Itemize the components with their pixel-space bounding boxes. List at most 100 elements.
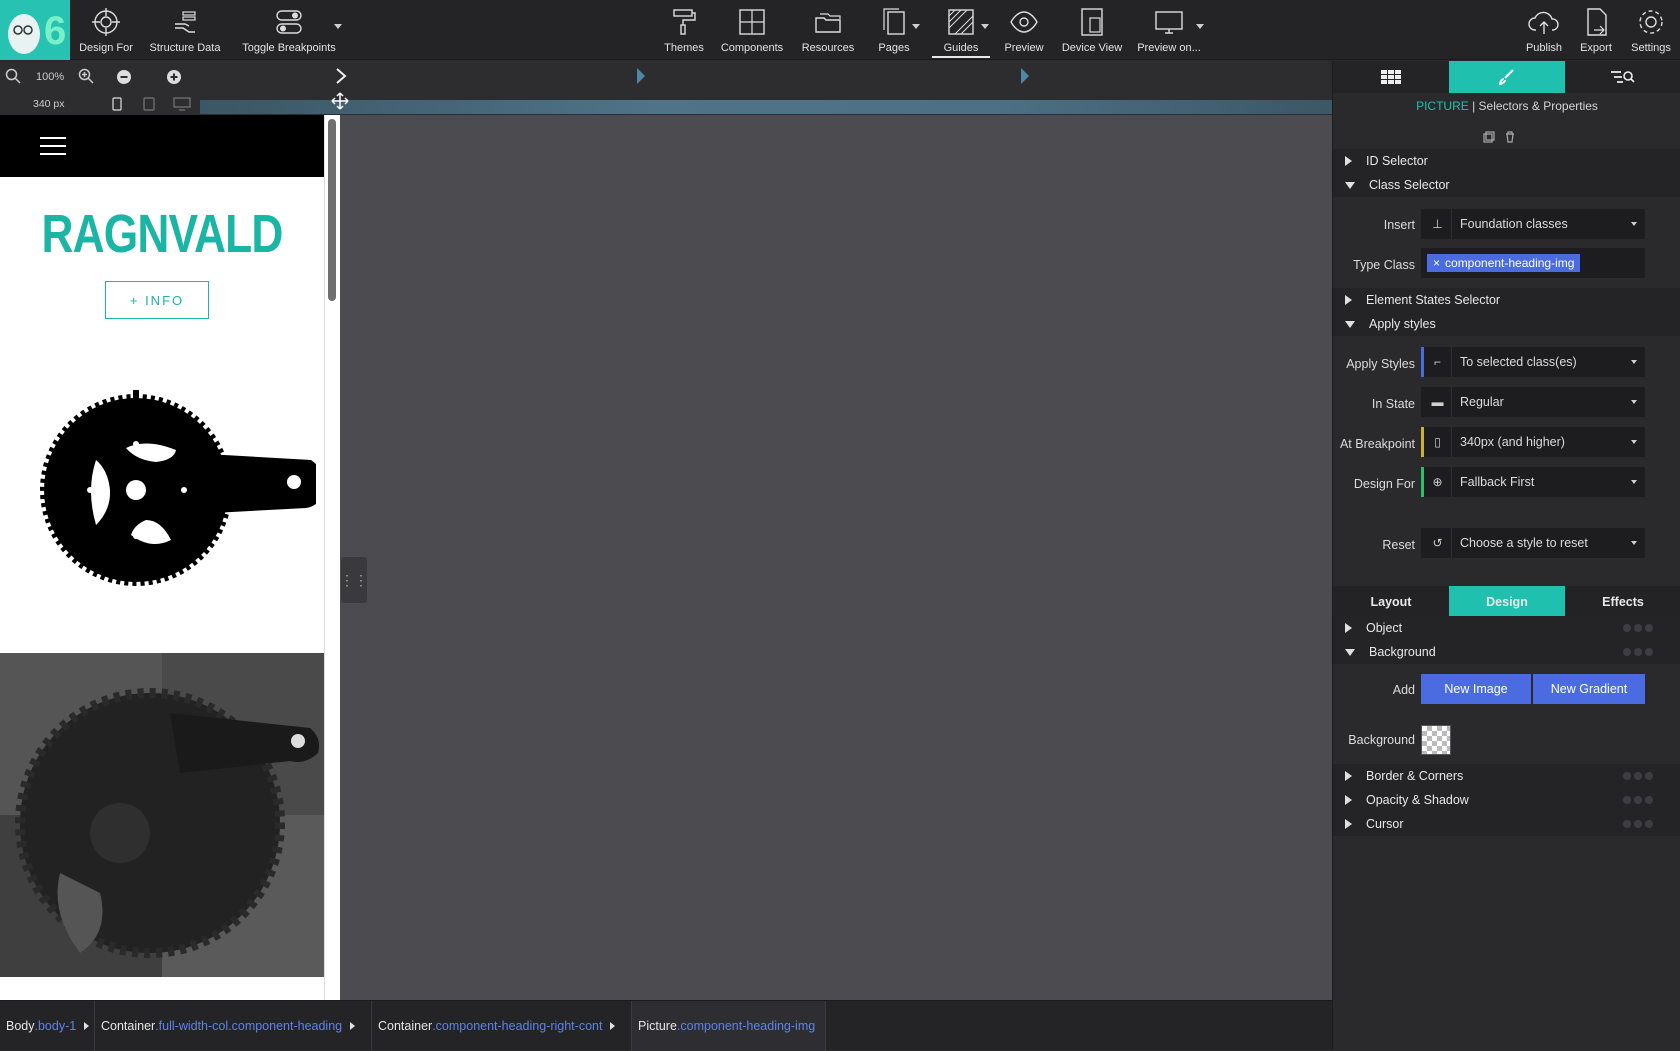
- class-selector-section[interactable]: Class Selector: [1333, 173, 1680, 197]
- page-scrollbar[interactable]: [324, 115, 340, 1000]
- duplicate-icon[interactable]: [1483, 131, 1495, 143]
- breadcrumb-class: .body-1: [34, 1019, 77, 1033]
- design-for-select[interactable]: ⊕ Fallback First: [1421, 467, 1645, 497]
- background-color-swatch[interactable]: [1421, 725, 1451, 755]
- scrollbar-thumb[interactable]: [328, 119, 336, 301]
- apply-styles-label: Apply Styles: [1346, 357, 1415, 371]
- app-logo[interactable]: 6: [0, 0, 70, 60]
- breakpoint-track[interactable]: [200, 100, 1332, 114]
- tablet-icon[interactable]: [143, 97, 155, 111]
- toggle-breakpoints-label: Toggle Breakpoints: [242, 42, 336, 54]
- pages-button[interactable]: Pages: [876, 6, 912, 56]
- phone-icon[interactable]: [112, 97, 122, 111]
- breadcrumb: Body .body-1 Container .full-width-col.com…: [0, 1000, 1332, 1051]
- guides-dropdown-icon[interactable]: [981, 24, 989, 29]
- crankset-image[interactable]: [36, 390, 316, 590]
- preview-on-button[interactable]: Preview on...: [1137, 6, 1201, 56]
- background-section-label: Background: [1369, 645, 1436, 659]
- breakpoints-dropdown-icon[interactable]: [334, 24, 342, 29]
- status-dots: [1623, 772, 1653, 780]
- breadcrumb-container-2[interactable]: Container .component-heading-right-cont: [372, 1001, 632, 1051]
- chevron-down-icon: [1631, 440, 1637, 444]
- desktop-icon[interactable]: [173, 97, 191, 111]
- canvas-width: 340 px: [33, 98, 65, 110]
- crankset-grid-image[interactable]: [0, 653, 324, 977]
- breakpoint-marker-icon[interactable]: [636, 67, 646, 85]
- zoom-search-icon[interactable]: [5, 68, 21, 84]
- in-state-select[interactable]: ▬ Regular: [1421, 387, 1645, 417]
- type-class-input[interactable]: × component-heading-img: [1421, 248, 1645, 278]
- insert-select[interactable]: ⊥ Foundation classes: [1421, 209, 1645, 239]
- border-section[interactable]: Border & Corners: [1333, 764, 1680, 788]
- apply-styles-select[interactable]: ⌐ To selected class(es): [1421, 347, 1645, 377]
- class-chip[interactable]: × component-heading-img: [1427, 254, 1581, 272]
- new-image-button[interactable]: New Image: [1421, 674, 1531, 704]
- export-button[interactable]: Export: [1578, 6, 1614, 56]
- tab-design[interactable]: Design: [1449, 586, 1565, 618]
- page-preview[interactable]: RAGNVALD + INFO: [0, 115, 324, 1000]
- publish-button[interactable]: Publish: [1524, 6, 1564, 56]
- design-for-button[interactable]: Design For: [79, 6, 133, 56]
- object-section[interactable]: Object: [1333, 616, 1680, 640]
- resources-button[interactable]: Resources: [800, 6, 856, 56]
- device-view-button[interactable]: Device View: [1060, 6, 1124, 56]
- element-states-section[interactable]: Element States Selector: [1333, 288, 1680, 312]
- pages-dropdown-icon[interactable]: [912, 24, 920, 29]
- opacity-section[interactable]: Opacity & Shadow: [1333, 788, 1680, 812]
- resize-grip-icon[interactable]: ⋮⋮: [340, 557, 368, 603]
- info-button[interactable]: + INFO: [105, 281, 209, 319]
- expand-icon: [1345, 819, 1352, 829]
- toggle-breakpoints-button[interactable]: Toggle Breakpoints: [242, 6, 336, 56]
- settings-button[interactable]: Settings: [1628, 6, 1674, 56]
- breakpoint-marker-current-icon[interactable]: [335, 67, 347, 85]
- top-toolbar: 6 Design For Structure Data Toggle Break…: [0, 0, 1680, 60]
- tab-layout[interactable]: Layout: [1333, 586, 1449, 618]
- components-label: Components: [720, 42, 784, 54]
- collapse-icon: [1345, 320, 1355, 328]
- breadcrumb-body[interactable]: Body .body-1: [0, 1001, 95, 1051]
- cursor-section[interactable]: Cursor: [1333, 812, 1680, 836]
- resources-label: Resources: [801, 42, 855, 54]
- tab-navigator[interactable]: [1565, 61, 1680, 93]
- object-label: Object: [1366, 621, 1403, 635]
- panel-title: PICTURE | Selectors & Properties: [1416, 99, 1598, 113]
- preview-on-dropdown-icon[interactable]: [1196, 24, 1204, 29]
- remove-chip-icon[interactable]: ×: [1433, 256, 1440, 270]
- guides-button[interactable]: Guides: [936, 6, 986, 56]
- tab-style[interactable]: [1449, 61, 1565, 93]
- components-icon: [739, 9, 765, 35]
- reset-value: Choose a style to reset: [1460, 536, 1588, 550]
- components-button[interactable]: Components: [720, 6, 784, 56]
- cursor-label: Cursor: [1366, 817, 1404, 831]
- themes-button[interactable]: Themes: [664, 6, 704, 56]
- apply-styles-section[interactable]: Apply styles: [1333, 312, 1680, 336]
- id-selector-section[interactable]: ID Selector: [1333, 149, 1680, 173]
- tab-grid[interactable]: [1333, 61, 1449, 93]
- export-label: Export: [1580, 42, 1612, 54]
- zoom-plus-icon[interactable]: [167, 70, 181, 84]
- hamburger-menu-icon[interactable]: [40, 137, 66, 155]
- breakpoint-marker-icon[interactable]: [1020, 67, 1030, 85]
- at-breakpoint-select[interactable]: ▯ 340px (and higher): [1421, 427, 1645, 457]
- trash-icon[interactable]: [1504, 131, 1516, 143]
- chevron-down-icon: [1631, 360, 1637, 364]
- chevron-right-icon: [610, 1022, 616, 1030]
- preview-button[interactable]: Preview: [1002, 6, 1046, 56]
- breadcrumb-picture[interactable]: Picture .component-heading-img: [632, 1001, 826, 1051]
- breadcrumb-container-1[interactable]: Container .full-width-col.component-headi…: [95, 1001, 372, 1051]
- type-class-label: Type Class: [1353, 258, 1415, 272]
- zoom-minus-icon[interactable]: [117, 70, 131, 84]
- design-for-label: Design For: [1353, 477, 1415, 491]
- reset-select[interactable]: ↺ Choose a style to reset: [1421, 528, 1645, 558]
- chevron-down-icon: [1631, 480, 1637, 484]
- brush-icon: [1498, 69, 1514, 86]
- design-for-label: Design For: [79, 42, 133, 54]
- structure-data-button[interactable]: Structure Data: [148, 6, 222, 56]
- zoom-in-icon[interactable]: [78, 68, 94, 84]
- breadcrumb-class: .component-heading-img: [676, 1019, 816, 1033]
- background-section[interactable]: Background: [1333, 640, 1680, 664]
- devices-icon: [1081, 8, 1103, 36]
- breadcrumb-class: .full-width-col.component-heading: [155, 1019, 343, 1033]
- tab-effects[interactable]: Effects: [1565, 586, 1680, 618]
- new-gradient-button[interactable]: New Gradient: [1533, 674, 1645, 704]
